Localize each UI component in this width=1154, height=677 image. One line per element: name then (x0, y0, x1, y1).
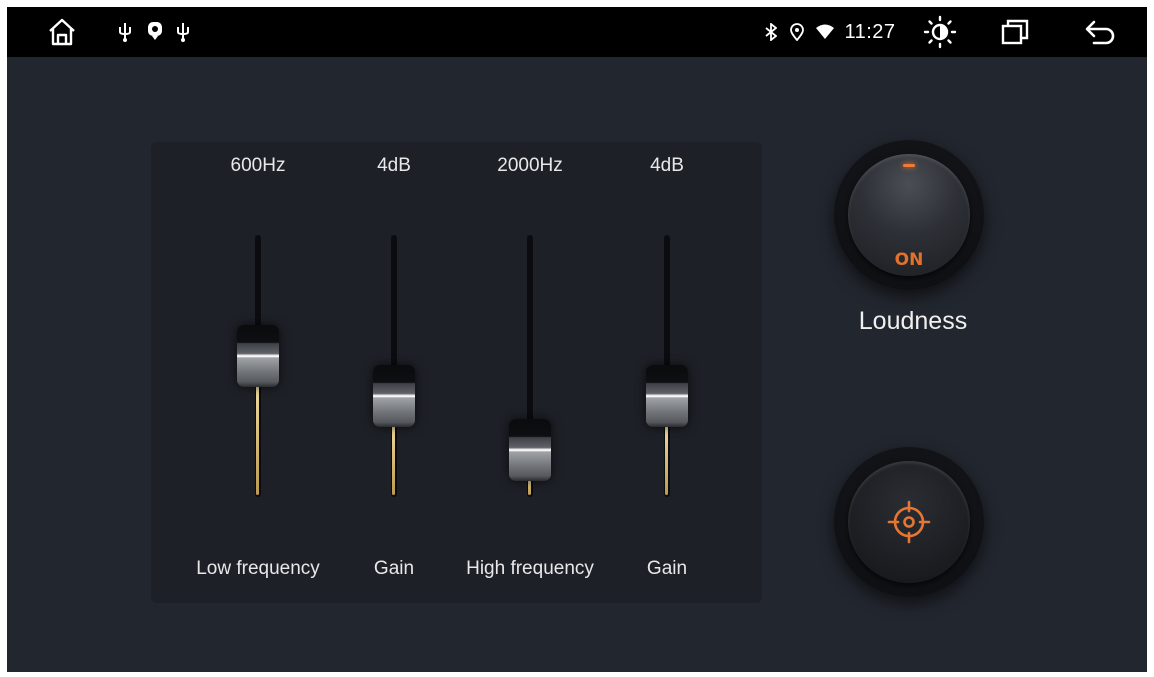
slider-fill (392, 423, 395, 495)
high-frequency-slider[interactable] (505, 231, 555, 501)
slider-fill (256, 383, 259, 495)
slider-thumb[interactable] (373, 365, 415, 427)
brightness-icon[interactable] (923, 15, 957, 49)
status-bar: 11:27 (7, 7, 1147, 57)
loudness-label: Loudness (858, 307, 968, 335)
bluetooth-icon (763, 22, 779, 42)
screen: 11:27 600Hz 4dB 2000Hz 4dB Low frequency… (7, 7, 1147, 672)
loudness-state: ON (894, 250, 924, 270)
location-icon (789, 22, 805, 42)
slider-thumb[interactable] (646, 365, 688, 427)
wifi-icon (815, 23, 835, 41)
low-gain-value: 4dB (377, 155, 411, 176)
sound-field-knob (848, 461, 970, 583)
crosshair-icon (887, 500, 931, 544)
high-frequency-value: 2000Hz (497, 155, 563, 176)
usb-icon (117, 21, 133, 43)
home-icon[interactable] (45, 15, 79, 49)
usb-icon (175, 21, 191, 43)
recent-apps-icon[interactable] (999, 17, 1031, 47)
sound-field-button[interactable] (834, 447, 984, 597)
slider-fill (665, 423, 668, 495)
slider-thumb[interactable] (237, 325, 279, 387)
low-gain-slider[interactable] (369, 231, 419, 501)
clock: 11:27 (844, 20, 896, 43)
slider-thumb[interactable] (509, 419, 551, 481)
loudness-toggle[interactable]: ON (834, 140, 984, 290)
low-frequency-value: 600Hz (230, 155, 286, 176)
location-pin-icon (146, 20, 164, 42)
high-gain-value: 4dB (650, 155, 684, 176)
high-gain-label: Gain (646, 558, 688, 579)
loudness-indicator (903, 164, 915, 167)
high-gain-slider[interactable] (642, 231, 692, 501)
loudness-knob: ON (848, 154, 970, 276)
back-icon[interactable] (1083, 17, 1119, 47)
low-frequency-slider[interactable] (233, 231, 283, 501)
